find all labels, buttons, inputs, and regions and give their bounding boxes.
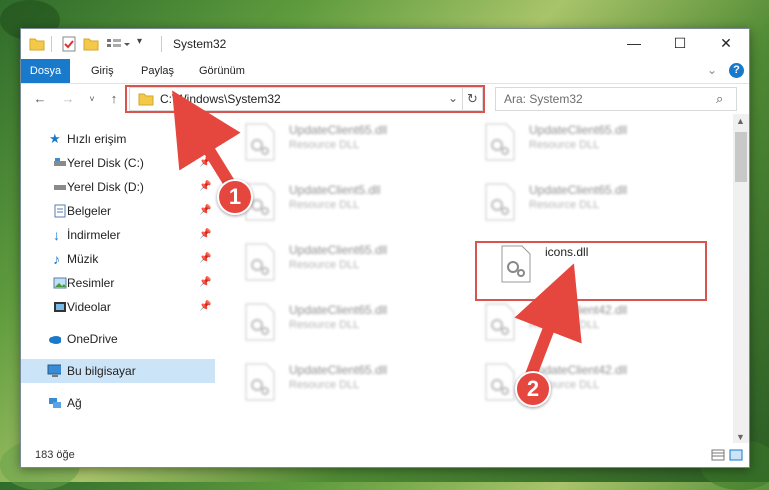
step-1-badge: 1 <box>217 179 253 215</box>
step-2-badge: 2 <box>515 371 551 407</box>
arrow-2-line <box>514 263 582 378</box>
file-explorer-window: ▾ System32 — ☐ ✕ Dosya Giriş Paylaş Görü… <box>20 28 750 468</box>
annotation-arrows <box>172 90 582 378</box>
arrow-1-line <box>172 90 241 193</box>
